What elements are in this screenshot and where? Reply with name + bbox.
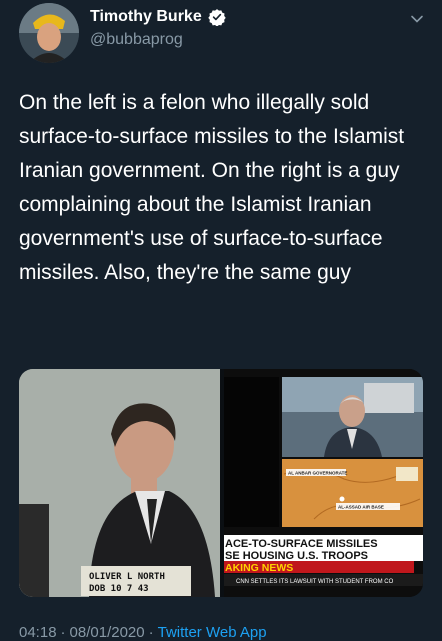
author-name-row: Timothy Burke: [90, 8, 226, 27]
tweet-time[interactable]: 04:18: [19, 624, 57, 641]
chyron-line-2: SE HOUSING U.S. TROOPS: [225, 550, 368, 562]
author-handle[interactable]: @bubbaprog: [90, 31, 183, 49]
chevron-down-icon[interactable]: [410, 12, 424, 26]
mugshot-photo[interactable]: OLIVER L NORTH DOB 10 7 43: [19, 369, 220, 597]
verified-badge-icon: [208, 8, 226, 27]
map-label-2: AL-ASSAD AIR BASE: [338, 505, 384, 510]
map-label-1: AL ANBAR GOVERNORATE: [288, 471, 347, 476]
ticker-text: CNN SETTLES ITS LAWSUIT WITH STUDENT FRO…: [236, 579, 394, 585]
placard-line-1: OLIVER L NORTH: [89, 572, 165, 582]
meta-separator-2: ·: [148, 624, 154, 641]
avatar-image: [19, 3, 79, 63]
avatar[interactable]: [19, 3, 79, 63]
meta-separator-1: ·: [60, 624, 66, 641]
author-display-name[interactable]: Timothy Burke: [90, 8, 202, 26]
chyron-line-1: ACE-TO-SURFACE MISSILES: [225, 538, 378, 550]
tweet-text: On the left is a felon who illegally sol…: [19, 91, 410, 284]
tweet-media[interactable]: OLIVER L NORTH DOB 10 7 43 AL ANBAR GOVE…: [19, 369, 423, 597]
tweet-meta: 04:18 · 08/01/2020 · Twitter Web App: [19, 624, 267, 641]
news-broadcast-screenshot[interactable]: AL ANBAR GOVERNORATE AL-ASSAD AIR BASE A…: [224, 369, 423, 597]
placard-line-2: DOB 10 7 43: [89, 584, 149, 594]
tweet-date[interactable]: 08/01/2020: [70, 624, 145, 641]
breaking-news-label: AKING NEWS: [225, 562, 293, 574]
tweet-source-app[interactable]: Twitter Web App: [158, 624, 267, 641]
